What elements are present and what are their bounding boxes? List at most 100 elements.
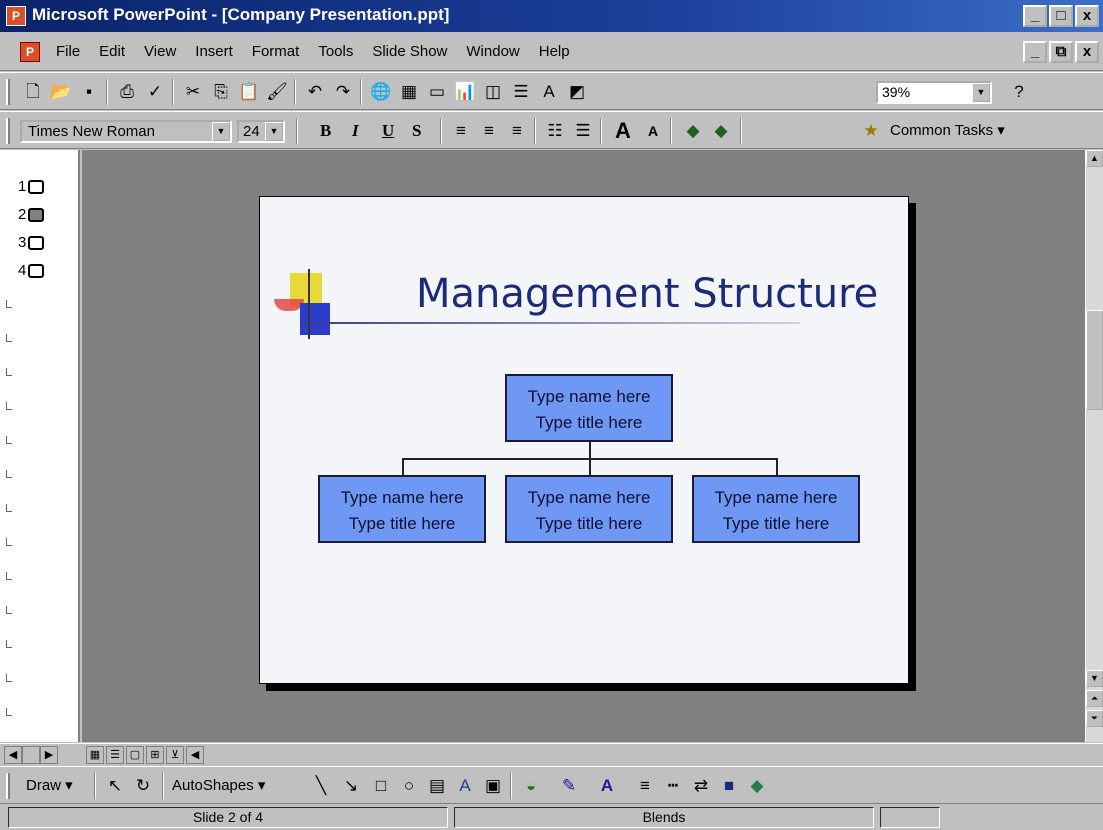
menu-tools[interactable]: Tools bbox=[318, 43, 353, 60]
chevron-down-icon[interactable]: ▼ bbox=[265, 122, 283, 141]
scroll-thumb-h[interactable] bbox=[22, 746, 40, 764]
outline-view-icon[interactable]: ☰ bbox=[106, 746, 124, 764]
numbering-icon[interactable]: ☷ bbox=[542, 118, 568, 144]
oval-icon[interactable]: ○ bbox=[396, 773, 422, 799]
slide-thumbnail-icon[interactable] bbox=[28, 235, 45, 250]
slide-sorter-icon[interactable]: ⊞ bbox=[146, 746, 164, 764]
hyperlink-icon[interactable]: 🌐 bbox=[368, 79, 394, 105]
line-style-icon[interactable]: ≡ bbox=[632, 773, 658, 799]
free-rotate-icon[interactable]: ↻ bbox=[130, 773, 156, 799]
scroll-left-icon[interactable]: ◀ bbox=[4, 746, 22, 764]
help-icon[interactable]: ? bbox=[1006, 79, 1032, 105]
dash-style-icon[interactable]: ┅ bbox=[660, 773, 686, 799]
next-slide-icon[interactable]: ⏷ bbox=[1086, 710, 1103, 727]
new-icon[interactable]: 🗋 bbox=[20, 79, 46, 105]
slide-thumbnail-icon[interactable] bbox=[28, 207, 45, 222]
autoshapes-menu-button[interactable]: AutoShapes ▾ bbox=[172, 773, 265, 799]
scroll-up-icon[interactable]: ▲ bbox=[1086, 150, 1103, 167]
insert-chart-icon[interactable]: 📊 bbox=[452, 79, 478, 105]
zoom-select[interactable]: 39% ▼ bbox=[876, 81, 992, 104]
insert-slide-icon[interactable]: ▭ bbox=[424, 79, 450, 105]
expand-slide-icon[interactable]: ☰ bbox=[508, 79, 534, 105]
document-icon[interactable]: P bbox=[20, 42, 40, 62]
restore-button[interactable]: □ bbox=[1049, 5, 1073, 27]
outline-pane[interactable]: 1 2 3 4 bbox=[0, 150, 80, 742]
scroll-right-icon[interactable]: ▶ bbox=[40, 746, 58, 764]
grayscale-icon[interactable]: ◩ bbox=[564, 79, 590, 105]
underline-button[interactable]: U bbox=[382, 118, 394, 144]
menu-help[interactable]: Help bbox=[539, 43, 570, 60]
org-box-top[interactable]: Type name here Type title here bbox=[505, 374, 673, 442]
menu-view[interactable]: View bbox=[144, 43, 176, 60]
align-left-icon[interactable]: ≡ bbox=[448, 118, 474, 144]
select-objects-icon[interactable]: ↖ bbox=[102, 773, 128, 799]
fill-color-icon[interactable]: ◒ bbox=[518, 773, 544, 799]
vertical-scrollbar[interactable]: ▲ ▼ ⏶ ⏷ bbox=[1085, 150, 1103, 742]
shadow-button[interactable]: S bbox=[412, 118, 421, 144]
redo-icon[interactable]: ↷ bbox=[330, 79, 356, 105]
org-box-child[interactable]: Type name here Type title here bbox=[318, 475, 486, 543]
align-center-icon[interactable]: ≡ bbox=[476, 118, 502, 144]
arrow-style-icon[interactable]: ⇄ bbox=[688, 773, 714, 799]
doc-minimize-button[interactable]: _ bbox=[1023, 41, 1047, 63]
bullets-icon[interactable]: ☰ bbox=[570, 118, 596, 144]
common-tasks-button[interactable]: Common Tasks ▾ bbox=[890, 118, 1005, 144]
menu-window[interactable]: Window bbox=[466, 43, 519, 60]
show-formatting-icon[interactable]: A bbox=[536, 79, 562, 105]
common-tasks-icon[interactable]: ★ bbox=[858, 118, 884, 144]
font-name-select[interactable]: Times New Roman ▼ bbox=[20, 120, 232, 143]
scroll-left-icon[interactable]: ◀ bbox=[186, 746, 204, 764]
outline-slide-item[interactable]: 2 bbox=[18, 206, 45, 223]
normal-view-icon[interactable]: ▦ bbox=[86, 746, 104, 764]
menu-file[interactable]: File bbox=[56, 43, 80, 60]
outline-slide-item[interactable]: 1 bbox=[18, 178, 45, 195]
previous-slide-icon[interactable]: ⏶ bbox=[1086, 690, 1103, 707]
slide-title[interactable]: Management Structure bbox=[416, 271, 878, 317]
slide-view-icon[interactable]: ▢ bbox=[126, 746, 144, 764]
toolbar-grip[interactable] bbox=[6, 118, 10, 144]
clipart-icon[interactable]: ▣ bbox=[480, 773, 506, 799]
outline-slide-item[interactable]: 3 bbox=[18, 234, 45, 251]
menu-edit[interactable]: Edit bbox=[99, 43, 125, 60]
font-size-select[interactable]: 24 ▼ bbox=[237, 120, 285, 143]
scroll-down-icon[interactable]: ▼ bbox=[1086, 670, 1103, 687]
slide-canvas[interactable]: Management Structure Type name here Type… bbox=[259, 196, 909, 684]
insert-textbox-icon[interactable]: ◫ bbox=[480, 79, 506, 105]
format-painter-icon[interactable]: 🖌 bbox=[264, 79, 290, 105]
toolbar-grip[interactable] bbox=[6, 773, 10, 799]
spelling-icon[interactable]: ✓ bbox=[142, 79, 168, 105]
font-color-icon[interactable]: A bbox=[594, 773, 620, 799]
decrease-font-icon[interactable]: A bbox=[640, 118, 666, 144]
window-titlebar[interactable]: P Microsoft PowerPoint - [Company Presen… bbox=[0, 0, 1103, 32]
3d-icon[interactable]: ◆ bbox=[744, 773, 770, 799]
chevron-down-icon[interactable]: ▼ bbox=[972, 83, 990, 102]
align-right-icon[interactable]: ≡ bbox=[504, 118, 530, 144]
print-icon[interactable]: ⎙ bbox=[114, 79, 140, 105]
menu-insert[interactable]: Insert bbox=[195, 43, 233, 60]
scroll-thumb[interactable] bbox=[1086, 310, 1103, 410]
menu-slide-show[interactable]: Slide Show bbox=[372, 43, 447, 60]
italic-button[interactable]: I bbox=[352, 118, 359, 144]
doc-restore-button[interactable]: ⧉ bbox=[1049, 41, 1073, 63]
org-box-child[interactable]: Type name here Type title here bbox=[505, 475, 673, 543]
doc-close-button[interactable]: x bbox=[1075, 41, 1099, 63]
toolbar-grip[interactable] bbox=[6, 79, 10, 105]
save-icon[interactable]: ▪ bbox=[76, 79, 102, 105]
increase-font-icon[interactable]: A bbox=[610, 118, 636, 144]
wordart-icon[interactable]: A bbox=[452, 773, 478, 799]
minimize-button[interactable]: _ bbox=[1023, 5, 1047, 27]
chevron-down-icon[interactable]: ▼ bbox=[212, 122, 230, 141]
insert-table-icon[interactable]: ▦ bbox=[396, 79, 422, 105]
slide-thumbnail-icon[interactable] bbox=[28, 263, 45, 278]
slide-thumbnail-icon[interactable] bbox=[28, 179, 45, 194]
rectangle-icon[interactable]: □ bbox=[368, 773, 394, 799]
line-color-icon[interactable]: ✎ bbox=[556, 773, 582, 799]
arrow-icon[interactable]: ↘ bbox=[338, 773, 364, 799]
org-box-child[interactable]: Type name here Type title here bbox=[692, 475, 860, 543]
cut-icon[interactable]: ✂ bbox=[180, 79, 206, 105]
menu-format[interactable]: Format bbox=[252, 43, 300, 60]
copy-icon[interactable]: ⎘ bbox=[208, 79, 234, 105]
draw-menu-button[interactable]: Draw ▾ bbox=[26, 773, 73, 799]
bold-button[interactable]: B bbox=[320, 118, 331, 144]
demote-icon[interactable]: ◆ bbox=[708, 118, 734, 144]
